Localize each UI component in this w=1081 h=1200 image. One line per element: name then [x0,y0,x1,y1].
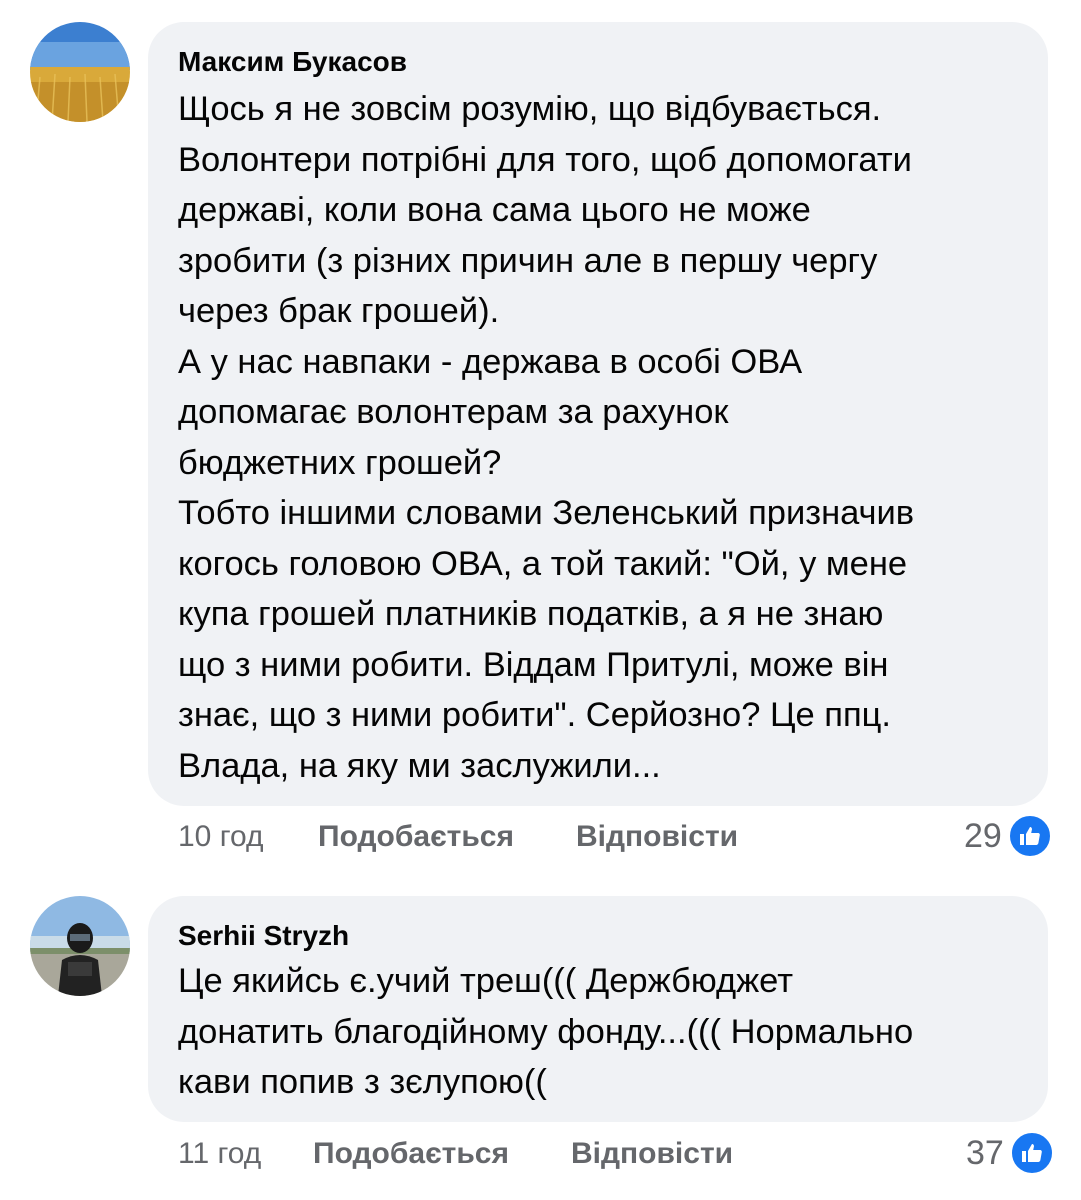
comment-line: кави попив з зєлупою(( [178,1063,547,1101]
reaction-summary[interactable]: 29 [964,814,1052,858]
comment-line: Це якийсь є.учий треш((( Держбюджет [178,962,794,1000]
reply-button[interactable]: Відповісти [576,820,738,854]
comment-line: що з ними робити. Віддам Притулі, може в… [178,645,889,684]
comment-line: купа грошей платників податків, а я не з… [178,595,884,633]
comment-text: Щось я не зовсім розумію, що відбуваєтьс… [178,84,1038,791]
thumbs-up-icon [1007,814,1052,858]
comment-line: знає, що з ними робити". Серйозно? Це пп… [178,696,891,734]
comment-line: державі, коли вона сама цього не може [178,191,811,229]
comment-timestamp[interactable]: 11 год [178,1137,261,1171]
avatar-serhii[interactable] [30,896,130,996]
comment-line: Волонтери потрібні для того, щоб допомог… [178,140,912,179]
comment-timestamp[interactable]: 10 год [178,820,264,854]
comment-author[interactable]: Serhii Stryzh [178,920,349,952]
comment-line: Влада, на яку ми заслужили... [178,746,661,785]
reaction-count: 37 [966,1133,1004,1172]
comment-line: Тобто іншими словами Зеленський призначи… [178,494,915,532]
comment-line: донатить благодійному фонду...((( Нормал… [178,1012,914,1051]
avatar-image [30,896,130,996]
thumbs-up-icon [1009,1131,1054,1175]
like-button[interactable]: Подобається [318,820,514,854]
comment-bubble: Serhii Stryzh Це якийсь є.учий треш((( Д… [148,896,1048,1122]
avatar-maksym[interactable] [30,22,130,122]
comment-line: зробити (з різних причин але в першу чер… [178,241,878,280]
comment-line: Щось я не зовсім розумію, що відбуваєтьс… [178,90,882,128]
comment-line: через брак грошей). [178,292,500,330]
comment-line: А у нас навпаки - держава в особі ОВА [178,342,803,381]
comment-bubble: Максим Букасов Щось я не зовсім розумію,… [148,22,1048,806]
like-button[interactable]: Подобається [313,1137,509,1171]
reply-button[interactable]: Відповісти [571,1137,733,1171]
reaction-count: 29 [964,816,1002,855]
avatar-image [30,22,130,122]
comment-author[interactable]: Максим Букасов [178,46,407,78]
comment-text: Це якийсь є.учий треш((( Держбюджет дона… [178,956,1038,1108]
reaction-summary[interactable]: 37 [966,1131,1054,1175]
comment-line: когось головою ОВА, а той такий: "Ой, у … [178,544,908,583]
comment-line: бюджетних грошей? [178,443,502,482]
comment-line: допомагає волонтерам за рахунок [178,393,729,431]
